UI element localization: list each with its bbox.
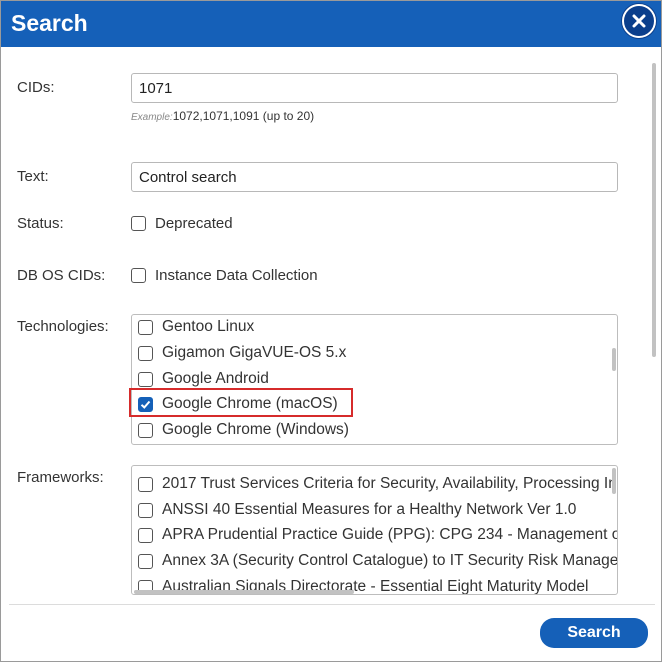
text-label: Text: (17, 168, 49, 185)
checkbox-box[interactable] (138, 502, 153, 518)
framework-item-label: Annex 3A (Security Control Catalogue) to… (162, 552, 618, 569)
technologies-list[interactable]: Gentoo Linux Gigamon GigaVUE-OS 5.x Goog… (131, 314, 618, 445)
frameworks-horizontal-scrollbar[interactable] (134, 590, 354, 594)
checkbox-box[interactable] (138, 345, 153, 361)
technology-item-label: Gentoo Linux (162, 318, 255, 335)
framework-item-label: ANSSI 40 Essential Measures for a Health… (162, 501, 577, 518)
cids-hint: Example:1072,1071,1091 (up to 20) (131, 109, 314, 123)
technology-item[interactable]: Google Android (138, 368, 269, 390)
frameworks-list[interactable]: 2017 Trust Services Criteria for Securit… (131, 465, 618, 595)
dialog-scrollbar[interactable] (652, 63, 656, 357)
frameworks-label: Frameworks: (17, 469, 104, 486)
dialog-titlebar: Search (1, 1, 661, 47)
technologies-label: Technologies: (17, 318, 109, 335)
db-os-cids-label: DB OS CIDs: (17, 267, 106, 284)
technology-item-label: Google Android (162, 370, 269, 387)
technologies-scrollbar[interactable] (612, 348, 616, 371)
selection-highlight-box (129, 388, 353, 417)
deprecated-label: Deprecated (155, 215, 233, 232)
technology-item-label: Google Chrome (Windows) (162, 421, 349, 438)
technology-item[interactable]: Gigamon GigaVUE-OS 5.x (138, 342, 346, 364)
dialog-title: Search (11, 10, 88, 36)
status-label: Status: (17, 215, 64, 232)
checkbox-box[interactable] (138, 553, 153, 569)
checkbox-box[interactable] (138, 319, 153, 335)
search-dialog: Search CIDs: Example:1072,1071,1091 (up … (0, 0, 662, 662)
checkbox-box[interactable] (138, 476, 153, 492)
checkbox-box[interactable] (131, 268, 146, 283)
technology-item-label: Gigamon GigaVUE-OS 5.x (162, 344, 347, 361)
checkbox-box[interactable] (138, 422, 153, 438)
footer-divider (9, 604, 655, 605)
framework-item[interactable]: Annex 3A (Security Control Catalogue) to… (138, 550, 618, 572)
close-icon (632, 14, 646, 28)
frameworks-vertical-scrollbar[interactable] (612, 468, 616, 494)
technology-item[interactable]: Gentoo Linux (138, 316, 254, 338)
framework-item-label: 2017 Trust Services Criteria for Securit… (162, 475, 617, 492)
checkbox-box[interactable] (131, 216, 146, 231)
checkbox-box[interactable] (138, 371, 153, 387)
framework-item[interactable]: ANSSI 40 Essential Measures for a Health… (138, 499, 576, 521)
cids-hint-prefix: Example: (131, 112, 173, 123)
framework-item-label: APRA Prudential Practice Guide (PPG): CP… (162, 526, 617, 543)
cids-label: CIDs: (17, 79, 55, 96)
framework-item[interactable]: APRA Prudential Practice Guide (PPG): CP… (138, 524, 617, 546)
search-button[interactable]: Search (540, 618, 648, 648)
framework-item[interactable]: 2017 Trust Services Criteria for Securit… (138, 473, 617, 495)
close-button[interactable] (622, 4, 656, 38)
instance-data-collection-checkbox[interactable]: Instance Data Collection (131, 267, 318, 284)
deprecated-checkbox[interactable]: Deprecated (131, 215, 233, 232)
cids-hint-values: 1072,1071,1091 (up to 20) (172, 109, 315, 123)
text-input[interactable] (131, 162, 618, 192)
instance-data-collection-label: Instance Data Collection (155, 267, 318, 284)
checkbox-box[interactable] (138, 527, 153, 543)
cids-input[interactable] (131, 73, 618, 103)
technology-item[interactable]: Google Chrome (Windows) (138, 419, 349, 441)
